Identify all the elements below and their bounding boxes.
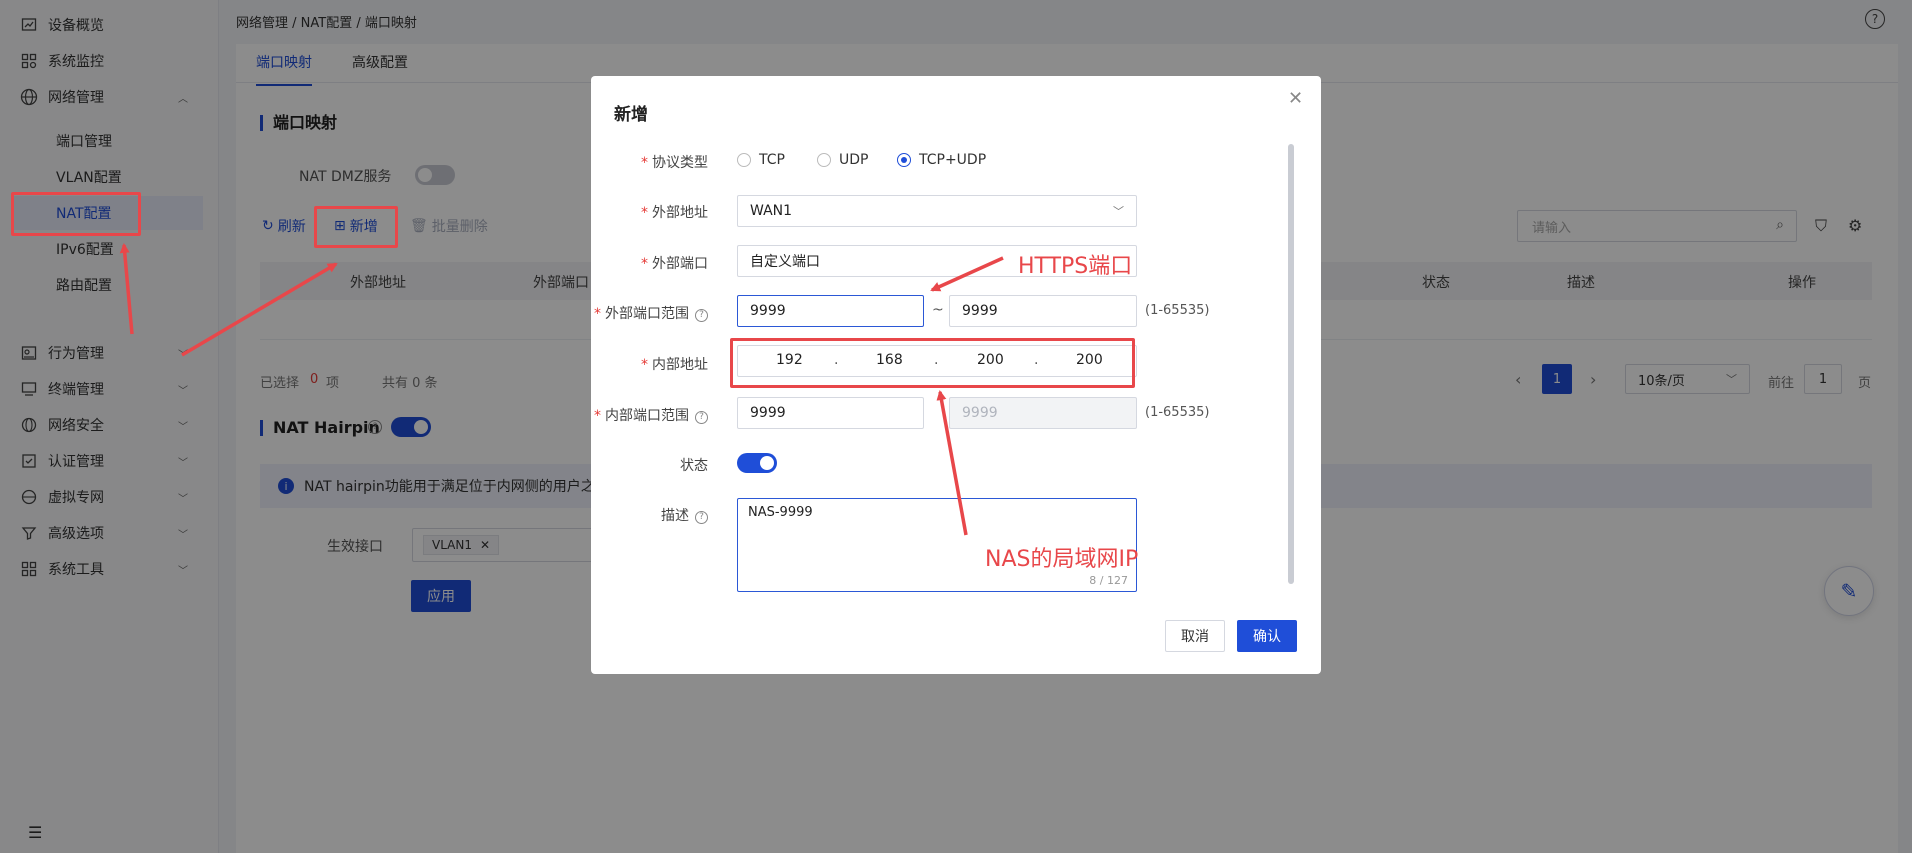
int-address-label: * 内部地址 xyxy=(641,357,708,373)
ext-address-select[interactable]: WAN1 ﹀ xyxy=(737,195,1137,227)
char-counter: 8 / 127 xyxy=(1089,574,1128,587)
description-label-text: 描述 xyxy=(661,508,689,524)
protocol-label-text: 协议类型 xyxy=(652,155,708,171)
ext-range-label-text: 外部端口范围 xyxy=(605,306,689,322)
highlight-box-internal-ip xyxy=(730,338,1135,388)
description-label: 描述? xyxy=(508,505,708,525)
radio-tcp[interactable]: TCP xyxy=(737,152,785,168)
radio-dot xyxy=(737,153,751,167)
confirm-button[interactable]: 确认 xyxy=(1237,620,1297,652)
ext-range-from-input[interactable]: 9999 xyxy=(737,295,924,327)
toggle-knob xyxy=(760,456,774,470)
description-value: NAS-9999 xyxy=(748,505,813,520)
range-separator: ~ xyxy=(932,302,944,318)
int-range-to-input: 9999 xyxy=(949,397,1137,429)
radio-udp[interactable]: UDP xyxy=(817,152,868,168)
int-address-label-text: 内部地址 xyxy=(652,357,708,373)
ext-address-label-text: 外部地址 xyxy=(652,205,708,221)
int-range-from-input[interactable]: 9999 xyxy=(737,397,924,429)
protocol-label: * 协议类型 xyxy=(641,155,708,171)
question-icon[interactable]: ? xyxy=(695,309,708,322)
highlight-box-nat-config xyxy=(11,192,141,236)
cancel-button[interactable]: 取消 xyxy=(1165,620,1225,652)
radio-tcp-udp[interactable]: TCP+UDP xyxy=(897,152,986,168)
int-range-hint: (1-65535) xyxy=(1145,405,1210,420)
ext-range-hint: (1-65535) xyxy=(1145,303,1210,318)
close-icon[interactable]: ✕ xyxy=(1288,88,1303,109)
ext-address-label: * 外部地址 xyxy=(641,205,708,221)
question-icon[interactable]: ? xyxy=(695,411,708,424)
radio-label: TCP xyxy=(759,152,785,168)
radio-dot xyxy=(817,153,831,167)
chevron-down-icon: ﹀ xyxy=(1113,205,1124,218)
status-label: 状态 xyxy=(680,458,708,474)
annotation-https-port: HTTPS端口 xyxy=(1018,254,1133,279)
ext-range-label: * 外部端口范围? xyxy=(508,303,708,323)
ext-port-value: 自定义端口 xyxy=(750,254,820,270)
int-range-label: * 内部端口范围? xyxy=(508,405,708,425)
int-range-label-text: 内部端口范围 xyxy=(605,408,689,424)
ext-port-label: * 外部端口 xyxy=(641,256,708,272)
radio-dot xyxy=(897,153,911,167)
dialog-scrollbar[interactable] xyxy=(1288,144,1294,584)
radio-label: UDP xyxy=(839,152,869,168)
dialog-title: 新增 xyxy=(614,105,648,125)
question-icon[interactable]: ? xyxy=(695,511,708,524)
highlight-box-add-button xyxy=(314,206,398,248)
ext-range-to-input[interactable]: 9999 xyxy=(949,295,1137,327)
annotation-nas-ip: NAS的局域网IP xyxy=(985,547,1139,572)
status-toggle[interactable] xyxy=(737,453,777,473)
radio-label: TCP+UDP xyxy=(919,152,987,168)
ext-address-value: WAN1 xyxy=(750,203,793,219)
ext-port-label-text: 外部端口 xyxy=(652,256,708,272)
